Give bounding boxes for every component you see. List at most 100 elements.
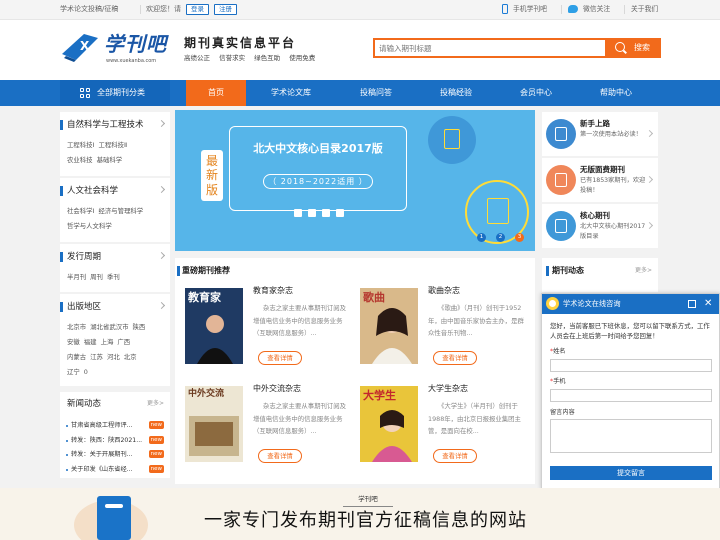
category-title[interactable]: 出版地区 [59, 302, 101, 313]
expand-icon[interactable] [688, 300, 696, 308]
pager-dot[interactable]: 1 [477, 233, 486, 242]
journal-cover[interactable]: 教育家 [185, 288, 243, 364]
category-link[interactable]: 0 [84, 368, 88, 376]
chevron-right-icon [157, 301, 166, 310]
banner-title: 北大中文核心目录2017版 [253, 142, 383, 155]
mobile-link[interactable]: 手机学刊吧 [513, 5, 547, 13]
portrait-image [372, 308, 412, 364]
category-link[interactable]: 社会科学I [67, 207, 94, 215]
close-icon[interactable]: ✕ [704, 298, 712, 310]
nav-help[interactable]: 帮助中心 [584, 80, 648, 106]
news-title: 新闻动态 [67, 399, 102, 409]
category-title[interactable]: 人文社会科学 [59, 186, 118, 197]
news-item-text: 转发：陕西：陕西2021... [71, 436, 143, 444]
category-region: 出版地区 北京市 湖北省武汉市 陕西 安徽 福建 上海 广西 内蒙古 江苏 河北 北京 辽宁 0 [59, 294, 170, 386]
promo-title: 核心期刊 [580, 211, 610, 220]
news-more-link[interactable]: 更多> [147, 400, 164, 407]
chevron-right-icon [157, 185, 166, 194]
category-link[interactable]: 辽宁 [67, 368, 80, 376]
category-link[interactable]: 基础科学 [97, 156, 123, 164]
news-item[interactable]: 关于印发《山东省经... new [66, 464, 166, 481]
category-link[interactable]: 湖北省武汉市 [90, 323, 128, 331]
news-item[interactable]: 转发：关于开展期刊... new [66, 450, 166, 466]
category-link[interactable]: 农业科技 [67, 156, 93, 164]
category-link[interactable]: 河北 [107, 353, 120, 361]
nav-member[interactable]: 会员中心 [504, 80, 568, 106]
promo-free-fee[interactable]: 无版面费期刊 已有1853家期刊，欢迎投稿！ [542, 158, 658, 202]
journal-title[interactable]: 教育家杂志 [253, 286, 293, 296]
content-label: 留言内容 [550, 409, 575, 416]
message-field[interactable] [550, 419, 712, 453]
dynamics-more-link[interactable]: 更多> [635, 267, 652, 274]
journal-card: 教育家 教育家杂志 杂志之家主要从事期刊订阅及增值电信业务中的信息服务业务（互联… [175, 258, 347, 365]
category-link[interactable]: 经济与管理科学 [98, 207, 143, 215]
logo-text[interactable]: 学刊吧 [104, 32, 167, 56]
category-link[interactable]: 北京 [124, 353, 137, 361]
slogan-tag: 高绩公正 [184, 54, 210, 62]
category-link[interactable]: 上海 [101, 338, 114, 346]
hero-banner[interactable]: 最新版 北大中文核心目录2017版 （ 2018~2022适用 ） 1 2 3 [175, 110, 535, 251]
nav-home[interactable]: 首页 [186, 80, 246, 106]
category-link[interactable]: 江苏 [90, 353, 103, 361]
wechat-link[interactable]: 微信关注 [583, 5, 610, 13]
chevron-right-icon [157, 251, 166, 260]
news-item[interactable]: 甘肃省高级工程师评... new [66, 421, 166, 437]
name-field[interactable] [550, 359, 712, 372]
nav-qa[interactable]: 投稿问答 [344, 80, 408, 106]
search-input[interactable] [375, 40, 595, 56]
category-frequency: 发行周期 半月刊 周刊 季刊 [59, 244, 170, 292]
category-link[interactable]: 工程科技I [67, 141, 94, 149]
journal-card: 大学生 大学生杂志 《大学生》（半月刊）创刊于1988年，由北京日报报业集团主管… [350, 356, 522, 463]
login-button[interactable]: 登录 [186, 4, 209, 15]
journal-cover[interactable]: 大学生 [360, 386, 418, 462]
banner-decoration [294, 209, 350, 219]
new-badge: new [148, 450, 164, 458]
divider [561, 5, 562, 14]
category-link[interactable]: 季刊 [107, 273, 120, 281]
view-details-button[interactable]: 查看详情 [258, 449, 302, 463]
submit-button[interactable]: 提交留言 [550, 466, 712, 480]
journal-title[interactable]: 大学生杂志 [428, 384, 468, 394]
category-link[interactable]: 北京市 [67, 323, 86, 331]
view-details-button[interactable]: 查看详情 [433, 449, 477, 463]
pager-dot[interactable]: 3 [515, 233, 524, 242]
category-title[interactable]: 发行周期 [59, 252, 101, 263]
promo-newbie[interactable]: 新手上路 第一次使用本站必读！ [542, 112, 658, 156]
category-link[interactable]: 广西 [117, 338, 130, 346]
new-badge: new [148, 435, 164, 444]
portrait-image [372, 410, 412, 462]
free-journal-icon [546, 165, 576, 195]
logo-url: www.xuekanba.com [106, 58, 157, 64]
journal-cover[interactable]: 歌曲 [360, 288, 418, 364]
journal-title[interactable]: 中外交流杂志 [253, 384, 301, 394]
category-link[interactable]: 半月刊 [67, 273, 86, 281]
new-badge: new [148, 421, 164, 429]
journal-cover[interactable]: 中外交流 [185, 386, 243, 462]
logo-icon[interactable]: X [60, 30, 100, 64]
category-link[interactable]: 哲学与人文科学 [67, 222, 112, 230]
submission-link[interactable]: 学术论文投稿/征稿 [60, 5, 118, 13]
news-list: 甘肃省高级工程师评... new 转发：陕西：陕西2021... new 转发：… [66, 421, 166, 481]
all-categories-button[interactable]: 全部期刊分类 [60, 80, 170, 106]
category-title[interactable]: 自然科学与工程技术 [60, 120, 144, 131]
nav-paper-library[interactable]: 学术论文库 [258, 80, 324, 106]
category-link[interactable]: 内蒙古 [67, 353, 86, 361]
search-button[interactable]: 搜索 [607, 38, 661, 58]
register-button[interactable]: 注册 [214, 4, 237, 15]
phone-field[interactable] [550, 389, 712, 402]
pager-dot[interactable]: 2 [496, 233, 505, 242]
nav-experience[interactable]: 投稿经验 [424, 80, 488, 106]
journal-title[interactable]: 歌曲杂志 [428, 286, 460, 296]
news-item[interactable]: 转发：陕西：陕西2021... new [66, 435, 166, 452]
category-link[interactable]: 福建 [84, 338, 97, 346]
category-link[interactable]: 陕西 [133, 323, 146, 331]
category-link[interactable]: 安徽 [67, 338, 80, 346]
category-link[interactable]: 周刊 [90, 273, 103, 281]
banner-pager: 1 2 3 [477, 232, 534, 242]
category-link[interactable]: 工程科技Ⅱ [98, 141, 127, 149]
journal-desc: 《大学生》（半月刊）创刊于1988年，由北京日报报业集团主管，是面向在校... [428, 402, 521, 435]
about-link[interactable]: 关于我们 [631, 5, 658, 13]
slogan-tag: 使用免费 [289, 54, 316, 62]
promo-core[interactable]: 核心期刊 北大中文核心期刊2017版目录 [542, 204, 658, 248]
banner-years: （ 2018~2022适用 ） [263, 174, 373, 189]
